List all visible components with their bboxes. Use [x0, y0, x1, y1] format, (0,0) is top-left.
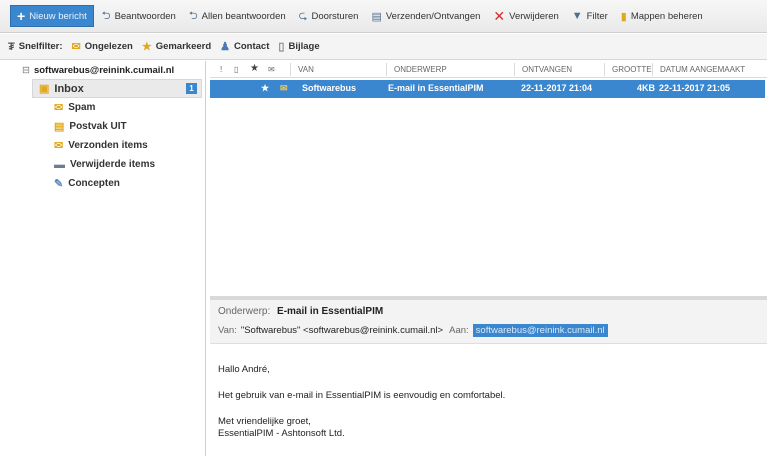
account-icon: ⊟	[22, 64, 30, 76]
main-toolbar: + Nieuw bericht ⮌ Beantwoorden ⮌ Allen b…	[0, 0, 767, 33]
send-receive-label: Verzenden/Ontvangen	[385, 10, 481, 22]
spam-icon: ✉	[54, 102, 64, 114]
forward-button[interactable]: ⮎ Doorsturen	[294, 5, 364, 27]
column-header: ! ▯ ★ ✉ VAN ONDERWERP ONTVANGEN GROOTTE …	[210, 61, 767, 78]
filter-attachment-label: Bijlage	[288, 41, 320, 52]
star-icon[interactable]: ★	[261, 83, 269, 94]
reply-label: Beantwoorden	[114, 10, 176, 22]
unread-envelope-icon: ✉	[280, 83, 288, 93]
message-row[interactable]: ★ ✉ Softwarebus E-mail in EssentialPIM 2…	[210, 80, 765, 98]
filter-attachment-button[interactable]: ▯ Bijlage	[278, 40, 319, 53]
message-list: ! ▯ ★ ✉ VAN ONDERWERP ONTVANGEN GROOTTE …	[210, 61, 767, 296]
folder-spam[interactable]: ✉ Spam	[54, 98, 205, 117]
reply-all-button[interactable]: ⮌ Allen beantwoorden	[184, 5, 291, 27]
column-subject[interactable]: ONDERWERP	[394, 65, 447, 74]
envelope-icon: ✉	[71, 41, 81, 53]
delete-button[interactable]: ✕ Verwijderen	[488, 5, 563, 27]
message-subject: E-mail in EssentialPIM	[388, 83, 484, 93]
preview-to[interactable]: softwarebus@reinink.cumail.nl	[472, 324, 608, 337]
folder-inbox-label: Inbox	[54, 82, 84, 95]
folder-drafts-label: Concepten	[68, 178, 120, 189]
folder-sent[interactable]: ✉ Verzonden items	[54, 136, 205, 155]
forward-icon: ⮎	[298, 9, 308, 22]
filter-marked-button[interactable]: ★ Gemarkeerd	[142, 40, 211, 53]
column-created[interactable]: DATUM AANGEMAAKT	[660, 65, 745, 74]
filter-button[interactable]: ▼ Filter	[567, 5, 613, 27]
new-mail-label: Nieuw bericht	[29, 10, 87, 22]
preview-address-line: Van: "Softwarebus" <softwarebus@reinink.…	[218, 324, 767, 337]
folder-tree: ⊟ softwarebus@reinink.cumail.nl ▣ Inbox …	[14, 61, 206, 456]
folder-deleted[interactable]: ▬ Verwijderde items	[54, 155, 205, 174]
sent-icon: ✉	[54, 140, 64, 152]
star-column-icon[interactable]: ★	[250, 63, 259, 74]
folder-inbox[interactable]: ▣ Inbox 1	[32, 79, 202, 98]
delete-icon: ✕	[493, 7, 506, 24]
preview-subject: E-mail in EssentialPIM	[277, 306, 384, 317]
filter-icon: ▼	[571, 10, 583, 22]
plus-icon: +	[17, 8, 26, 24]
pin-icon: ₮	[8, 40, 15, 53]
message-received: 22-11-2017 21:04	[521, 83, 593, 93]
reply-button[interactable]: ⮌ Beantwoorden	[97, 5, 181, 27]
outbox-icon: ▤	[54, 121, 65, 133]
folder-outbox-label: Postvak UIT	[69, 121, 127, 132]
filter-unread-button[interactable]: ✉ Ongelezen	[72, 40, 133, 53]
column-size[interactable]: GROOTTE	[612, 65, 652, 74]
send-receive-icon: ▤	[371, 10, 382, 23]
quickfilter-bar: ₮ Snelfilter: ✉ Ongelezen ★ Gemarkeerd ♟…	[0, 34, 767, 60]
manage-folders-label: Mappen beheren	[630, 10, 703, 22]
attachment-column-icon[interactable]: ▯	[234, 65, 238, 74]
message-created: 22-11-2017 21:05	[659, 83, 731, 93]
drafts-icon: ✎	[54, 178, 64, 190]
preview-header: Onderwerp: E-mail in EssentialPIM Van: "…	[210, 300, 767, 344]
delete-label: Verwijderen	[509, 10, 559, 22]
star-icon: ★	[141, 41, 152, 53]
folder-sent-label: Verzonden items	[68, 140, 148, 151]
to-label: Aan:	[449, 325, 469, 336]
filter-contact-button[interactable]: ♟ Contact	[220, 40, 269, 53]
filter-contact-label: Contact	[234, 41, 270, 52]
forward-label: Doorsturen	[311, 10, 359, 22]
message-from: Softwarebus	[302, 83, 357, 93]
folder-outbox[interactable]: ▤ Postvak UIT	[54, 117, 205, 136]
importance-column-icon[interactable]: !	[220, 65, 222, 74]
send-receive-button[interactable]: ▤ Verzenden/Ontvangen	[366, 5, 485, 27]
inbox-icon: ▣	[39, 83, 50, 95]
preview-pane: Onderwerp: E-mail in EssentialPIM Van: "…	[210, 300, 767, 456]
filter-label: Filter	[586, 10, 608, 22]
reply-all-label: Allen beantwoorden	[201, 10, 286, 22]
column-from[interactable]: VAN	[298, 65, 314, 74]
folder-icon: ▮	[620, 10, 627, 23]
folder-drafts[interactable]: ✎ Concepten	[54, 174, 205, 193]
new-mail-button[interactable]: + Nieuw bericht	[10, 5, 94, 27]
filter-marked-label: Gemarkeerd	[155, 41, 212, 52]
quickfilter-text: Snelfilter:	[18, 41, 63, 52]
account-node[interactable]: ⊟ softwarebus@reinink.cumail.nl	[14, 61, 205, 79]
body-closing: Met vriendelijke groet,	[218, 416, 311, 427]
read-column-icon[interactable]: ✉	[268, 65, 275, 74]
folder-spam-label: Spam	[68, 102, 96, 113]
reply-icon: ⮌	[101, 9, 111, 22]
preview-from[interactable]: "Softwarebus" <softwarebus@reinink.cumai…	[241, 325, 443, 336]
body-text: Het gebruik van e-mail in EssentialPIM i…	[218, 390, 506, 401]
column-received[interactable]: ONTVANGEN	[522, 65, 572, 74]
body-greeting: Hallo André,	[218, 364, 270, 375]
account-label: softwarebus@reinink.cumail.nl	[33, 64, 175, 76]
message-size: 4KB	[637, 83, 656, 93]
filter-unread-label: Ongelezen	[84, 41, 133, 52]
subject-label: Onderwerp:	[218, 306, 271, 317]
contact-icon: ♟	[220, 41, 231, 53]
folder-deleted-label: Verwijderde items	[70, 159, 156, 170]
preview-subject-line: Onderwerp: E-mail in EssentialPIM	[218, 300, 767, 317]
trash-icon: ▬	[54, 158, 65, 171]
from-label: Van:	[218, 325, 237, 336]
unread-badge: 1	[186, 83, 197, 94]
paperclip-icon: ▯	[278, 41, 285, 53]
manage-folders-button[interactable]: ▮ Mappen beheren	[616, 5, 708, 27]
body-signature: EssentialPIM - Ashtonsoft Ltd.	[218, 428, 345, 439]
message-body: Hallo André, Het gebruik van e-mail in E…	[210, 344, 767, 440]
quickfilter-label: ₮ Snelfilter:	[8, 41, 63, 53]
reply-all-icon: ⮌	[188, 9, 198, 22]
